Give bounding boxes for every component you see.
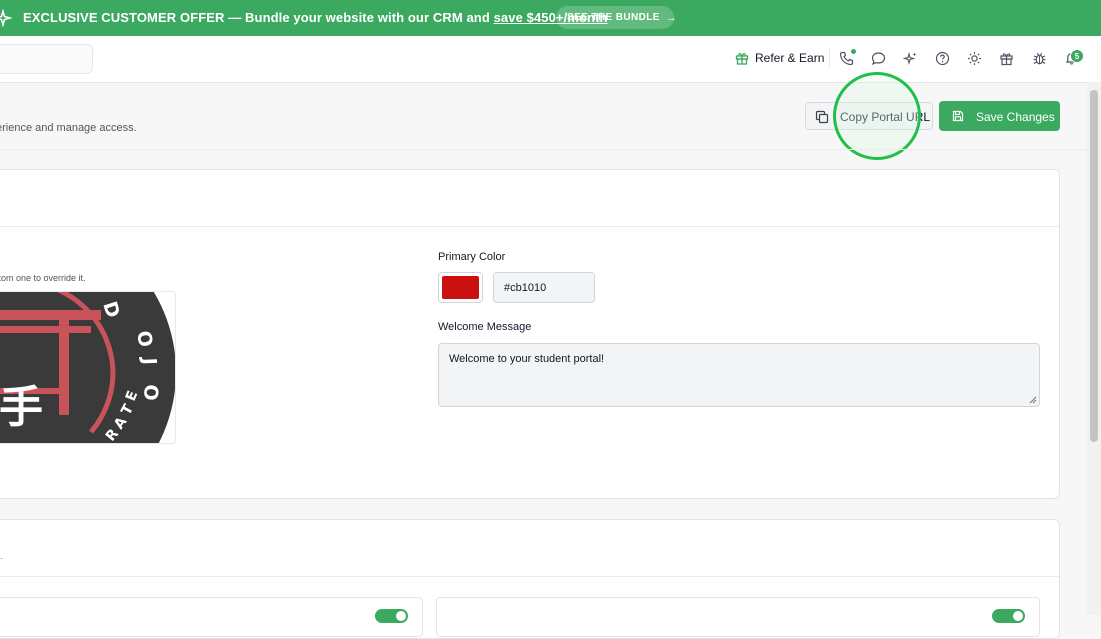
copy-icon bbox=[815, 110, 829, 124]
sparkle-icon bbox=[0, 9, 12, 27]
chat-icon[interactable] bbox=[871, 51, 886, 66]
scrollbar-thumb[interactable] bbox=[1090, 90, 1098, 442]
setting-toggle-left[interactable] bbox=[375, 609, 408, 623]
card-header-divider bbox=[0, 226, 1059, 227]
color-swatch bbox=[442, 276, 479, 299]
card-header-divider bbox=[0, 576, 1059, 577]
welcome-message-textarea[interactable]: Welcome to your student portal! bbox=[438, 343, 1040, 407]
promo-text: EXCLUSIVE CUSTOMER OFFER — Bundle your w… bbox=[23, 10, 608, 25]
see-bundle-button[interactable]: SEE THE BUNDLE → bbox=[556, 6, 678, 29]
welcome-message-label: Welcome Message bbox=[438, 321, 532, 333]
promo-banner: EXCLUSIVE CUSTOMER OFFER — Bundle your w… bbox=[0, 0, 1101, 36]
svg-text:O: O bbox=[139, 384, 162, 402]
section-description: l. bbox=[0, 551, 3, 561]
status-dot bbox=[851, 49, 856, 54]
search-input[interactable] bbox=[0, 44, 93, 74]
primary-color-label: Primary Color bbox=[438, 251, 506, 263]
primary-color-hex-input[interactable]: #cb1010 bbox=[493, 272, 595, 303]
see-bundle-label: SEE THE BUNDLE bbox=[567, 12, 660, 23]
gift-icon[interactable] bbox=[999, 51, 1014, 66]
copy-portal-url-label: Copy Portal URL bbox=[840, 110, 931, 124]
save-changes-button[interactable]: Save Changes bbox=[939, 101, 1060, 131]
refer-earn-button[interactable]: Refer & Earn bbox=[735, 51, 824, 65]
primary-color-picker[interactable] bbox=[438, 272, 483, 303]
logo-preview[interactable]: 手 D O J O E T A R bbox=[0, 291, 176, 444]
dojo-logo-image: 手 D O J O E T A R bbox=[0, 292, 175, 443]
setting-panel-right bbox=[436, 597, 1040, 637]
setting-toggle-right[interactable] bbox=[992, 609, 1025, 623]
svg-text:手: 手 bbox=[0, 382, 43, 433]
setting-panel-left bbox=[0, 597, 423, 637]
save-icon bbox=[952, 110, 964, 122]
sparkles-icon[interactable] bbox=[903, 51, 918, 66]
logo-hint-text: stom one to override it. bbox=[0, 273, 86, 283]
resize-handle-icon[interactable] bbox=[1029, 396, 1037, 404]
arrow-right-icon: → bbox=[665, 11, 678, 24]
welcome-message-value: Welcome to your student portal! bbox=[449, 353, 605, 365]
top-bar: Refer & Earn 5 bbox=[0, 36, 1101, 83]
gift-icon bbox=[735, 53, 749, 65]
page-subtitle: erience and manage access. bbox=[0, 122, 137, 134]
bug-icon[interactable] bbox=[1032, 51, 1047, 66]
save-changes-label: Save Changes bbox=[976, 110, 1055, 124]
notification-badge: 5 bbox=[1070, 49, 1084, 63]
divider bbox=[829, 49, 830, 67]
sun-icon[interactable] bbox=[967, 51, 982, 66]
refer-earn-label: Refer & Earn bbox=[755, 51, 825, 65]
help-icon[interactable] bbox=[935, 51, 950, 66]
promo-message: EXCLUSIVE CUSTOMER OFFER — Bundle your w… bbox=[23, 10, 494, 25]
copy-portal-url-button[interactable]: Copy Portal URL bbox=[805, 102, 933, 130]
header-divider bbox=[0, 149, 1087, 150]
